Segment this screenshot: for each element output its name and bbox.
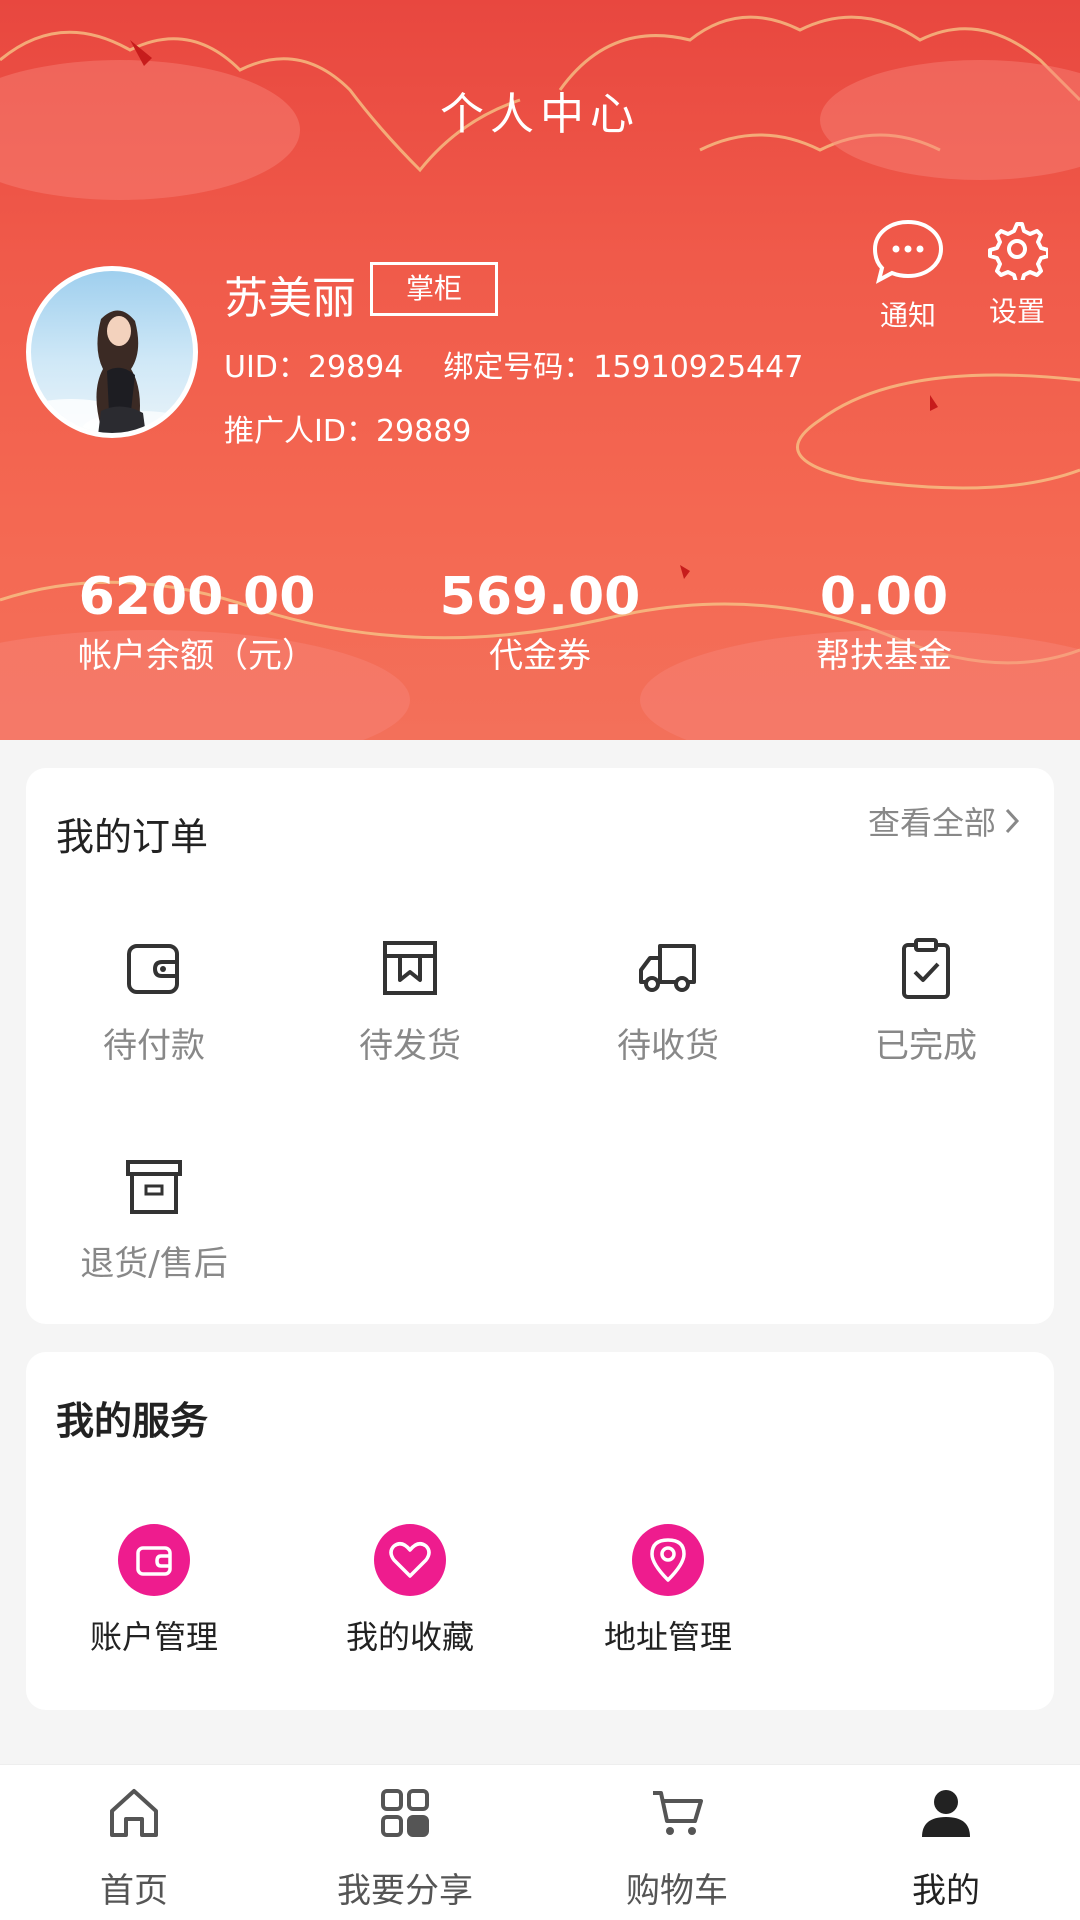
page-title: 个人中心 — [440, 89, 640, 140]
stat-label: 帐户余额（元） — [78, 636, 316, 676]
stat-label: 代金券 — [489, 636, 591, 676]
order-completed[interactable]: 已完成 — [826, 936, 1026, 1067]
order-item-label: 待付款 — [103, 1026, 205, 1066]
view-all-orders-link[interactable]: 查看全部 — [868, 798, 1020, 844]
bound-phone-field: 绑定号码：15910925447 — [443, 350, 803, 385]
profile-header: 个人中心 苏美丽 掌柜 UID：29894 绑定号码：15910925447 推广… — [0, 0, 1080, 740]
gear-icon — [988, 222, 1050, 284]
nav-profile[interactable]: 我的 — [846, 1785, 1046, 1912]
truck-icon — [639, 944, 696, 992]
stat-account-balance[interactable]: 6200.00 帐户余额（元） — [27, 565, 367, 681]
wallet-icon — [136, 1546, 172, 1576]
user-name: 苏美丽 — [224, 273, 356, 324]
uid-line: UID：29894 绑定号码：15910925447 — [224, 342, 843, 386]
order-item-label: 已完成 — [875, 1026, 977, 1066]
nav-label: 购物车 — [626, 1871, 728, 1911]
services-card: 我的服务 账户管理 我的收藏 地址管理 — [26, 1352, 1054, 1710]
services-title: 我的服务 — [56, 1399, 209, 1443]
bound-phone-value: 15910925447 — [593, 350, 804, 385]
package-icon — [383, 941, 437, 995]
order-item-label: 待发货 — [359, 1026, 461, 1066]
order-pending-receipt[interactable]: 待收货 — [568, 936, 768, 1067]
stat-label: 帮扶基金 — [816, 636, 952, 676]
stat-value: 569.00 — [439, 567, 641, 627]
user-icon — [922, 1790, 970, 1837]
uid-field: UID：29894 — [224, 350, 403, 385]
chevron-right-icon — [1005, 808, 1020, 834]
service-favorites[interactable]: 我的收藏 — [310, 1524, 510, 1658]
notifications-button[interactable]: 通知 — [863, 218, 953, 332]
nav-label: 首页 — [100, 1871, 168, 1911]
cart-icon — [653, 1791, 703, 1835]
order-item-label: 退货/售后 — [80, 1244, 228, 1284]
stat-vouchers[interactable]: 569.00 代金券 — [370, 565, 710, 681]
service-item-label: 地址管理 — [603, 1618, 732, 1656]
service-icon-circle — [374, 1524, 446, 1596]
service-item-label: 账户管理 — [89, 1618, 218, 1656]
stat-value: 0.00 — [819, 567, 949, 627]
chat-bubble-icon — [872, 219, 944, 284]
notifications-label: 通知 — [879, 299, 936, 332]
service-icon-circle — [118, 1524, 190, 1596]
order-returns-aftersales[interactable]: 退货/售后 — [54, 1154, 254, 1285]
heart-icon — [389, 1542, 431, 1578]
referrer-id: 29889 — [375, 414, 472, 449]
order-pending-payment[interactable]: 待付款 — [54, 936, 254, 1067]
orders-card: 我的订单 查看全部 待付款 待发货 待收货 已完成 退货/售后 — [26, 768, 1054, 1324]
bound-phone-label: 绑定号码： — [443, 350, 594, 385]
service-address-management[interactable]: 地址管理 — [568, 1524, 768, 1658]
uid-label: UID： — [224, 350, 308, 385]
archive-box-icon — [126, 1160, 182, 1214]
home-icon — [110, 1789, 158, 1837]
service-icon-circle — [632, 1524, 704, 1596]
role-badge: 掌柜 — [370, 262, 498, 316]
bottom-navigation: 首页 我要分享 购物车 我的 — [0, 1764, 1080, 1920]
service-account-management[interactable]: 账户管理 — [54, 1524, 254, 1658]
settings-button[interactable]: 设置 — [972, 218, 1062, 328]
nav-cart[interactable]: 购物车 — [577, 1785, 777, 1912]
stat-support-fund[interactable]: 0.00 帮扶基金 — [714, 565, 1054, 681]
uid-value: 29894 — [307, 350, 404, 385]
nav-share[interactable]: 我要分享 — [305, 1785, 505, 1912]
order-pending-shipment[interactable]: 待发货 — [310, 936, 510, 1067]
referrer-line: 推广人ID：29889 — [224, 406, 471, 450]
avatar-photo — [31, 310, 193, 433]
nav-label: 我的 — [912, 1871, 980, 1911]
clipboard-check-icon — [902, 938, 950, 999]
nav-home[interactable]: 首页 — [34, 1785, 234, 1912]
nav-label: 我要分享 — [337, 1871, 473, 1911]
referrer-label: 推广人ID： — [224, 414, 376, 449]
stat-value: 6200.00 — [78, 567, 316, 627]
service-item-label: 我的收藏 — [345, 1618, 474, 1656]
order-item-label: 待收货 — [617, 1026, 719, 1066]
view-all-label: 查看全部 — [867, 804, 996, 842]
settings-label: 设置 — [988, 295, 1045, 328]
location-pin-icon — [650, 1538, 686, 1582]
grid-icon — [381, 1789, 429, 1837]
wallet-icon — [127, 944, 179, 994]
orders-title: 我的订单 — [56, 815, 209, 859]
avatar[interactable] — [26, 266, 198, 438]
